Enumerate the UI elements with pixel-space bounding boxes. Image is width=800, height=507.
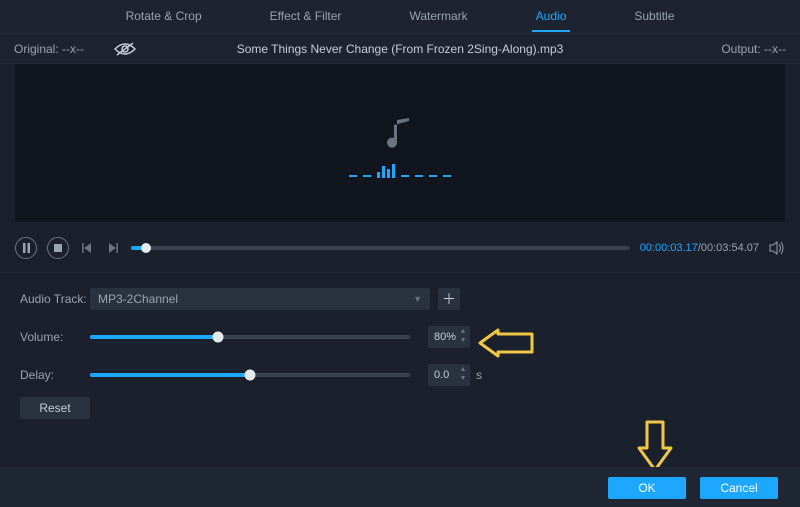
volume-label: Volume: <box>20 330 90 344</box>
cancel-button[interactable]: Cancel <box>700 477 778 499</box>
volume-down-icon[interactable]: ▼ <box>459 337 467 344</box>
tab-bar: Rotate & Crop Effect & Filter Watermark … <box>0 0 800 34</box>
volume-value: 80% <box>434 331 456 343</box>
volume-up-icon[interactable]: ▲ <box>459 328 467 335</box>
delay-label: Delay: <box>20 368 90 382</box>
play-pause-button[interactable] <box>15 237 37 259</box>
next-button[interactable] <box>105 240 121 256</box>
ok-button[interactable]: OK <box>608 477 686 499</box>
total-time: 00:03:54.07 <box>701 242 759 254</box>
playback-bar: 00:00:03.17/00:03:54.07 <box>0 228 800 268</box>
volume-icon[interactable] <box>769 240 785 256</box>
footer-bar: OK Cancel <box>0 467 800 507</box>
time-display: 00:00:03.17/00:03:54.07 <box>640 242 759 254</box>
delay-value: 0.0 <box>434 369 449 381</box>
audio-track-label: Audio Track: <box>20 292 90 306</box>
delay-unit: s <box>476 368 482 382</box>
add-audio-track-button[interactable]: ＋ <box>438 288 460 310</box>
tab-audio[interactable]: Audio <box>532 1 571 32</box>
preview-area <box>15 64 785 222</box>
current-time: 00:00:03.17 <box>640 242 698 254</box>
previous-button[interactable] <box>79 240 95 256</box>
music-note-icon <box>387 117 413 154</box>
tab-rotate-crop[interactable]: Rotate & Crop <box>122 1 206 32</box>
delay-slider[interactable] <box>90 373 410 377</box>
audio-controls: Audio Track: MP3-2Channel ▼ ＋ Volume: 80… <box>0 272 800 419</box>
reset-button[interactable]: Reset <box>20 397 90 419</box>
delay-value-stepper[interactable]: 0.0 ▲ ▼ <box>428 364 470 386</box>
stop-button[interactable] <box>47 237 69 259</box>
file-title: Some Things Never Change (From Frozen 2S… <box>0 42 800 56</box>
audio-track-select[interactable]: MP3-2Channel ▼ <box>90 288 430 310</box>
volume-value-stepper[interactable]: 80% ▲ ▼ <box>428 326 470 348</box>
tab-watermark[interactable]: Watermark <box>405 1 471 32</box>
tab-effect-filter[interactable]: Effect & Filter <box>266 1 346 32</box>
file-header: Some Things Never Change (From Frozen 2S… <box>0 34 800 64</box>
seek-slider[interactable] <box>131 246 630 250</box>
delay-down-icon[interactable]: ▼ <box>459 375 467 382</box>
audio-track-value: MP3-2Channel <box>98 292 178 306</box>
volume-slider[interactable] <box>90 335 410 339</box>
tab-subtitle[interactable]: Subtitle <box>630 1 678 32</box>
equalizer-icon <box>349 164 451 178</box>
delay-up-icon[interactable]: ▲ <box>459 366 467 373</box>
chevron-down-icon: ▼ <box>413 294 422 304</box>
